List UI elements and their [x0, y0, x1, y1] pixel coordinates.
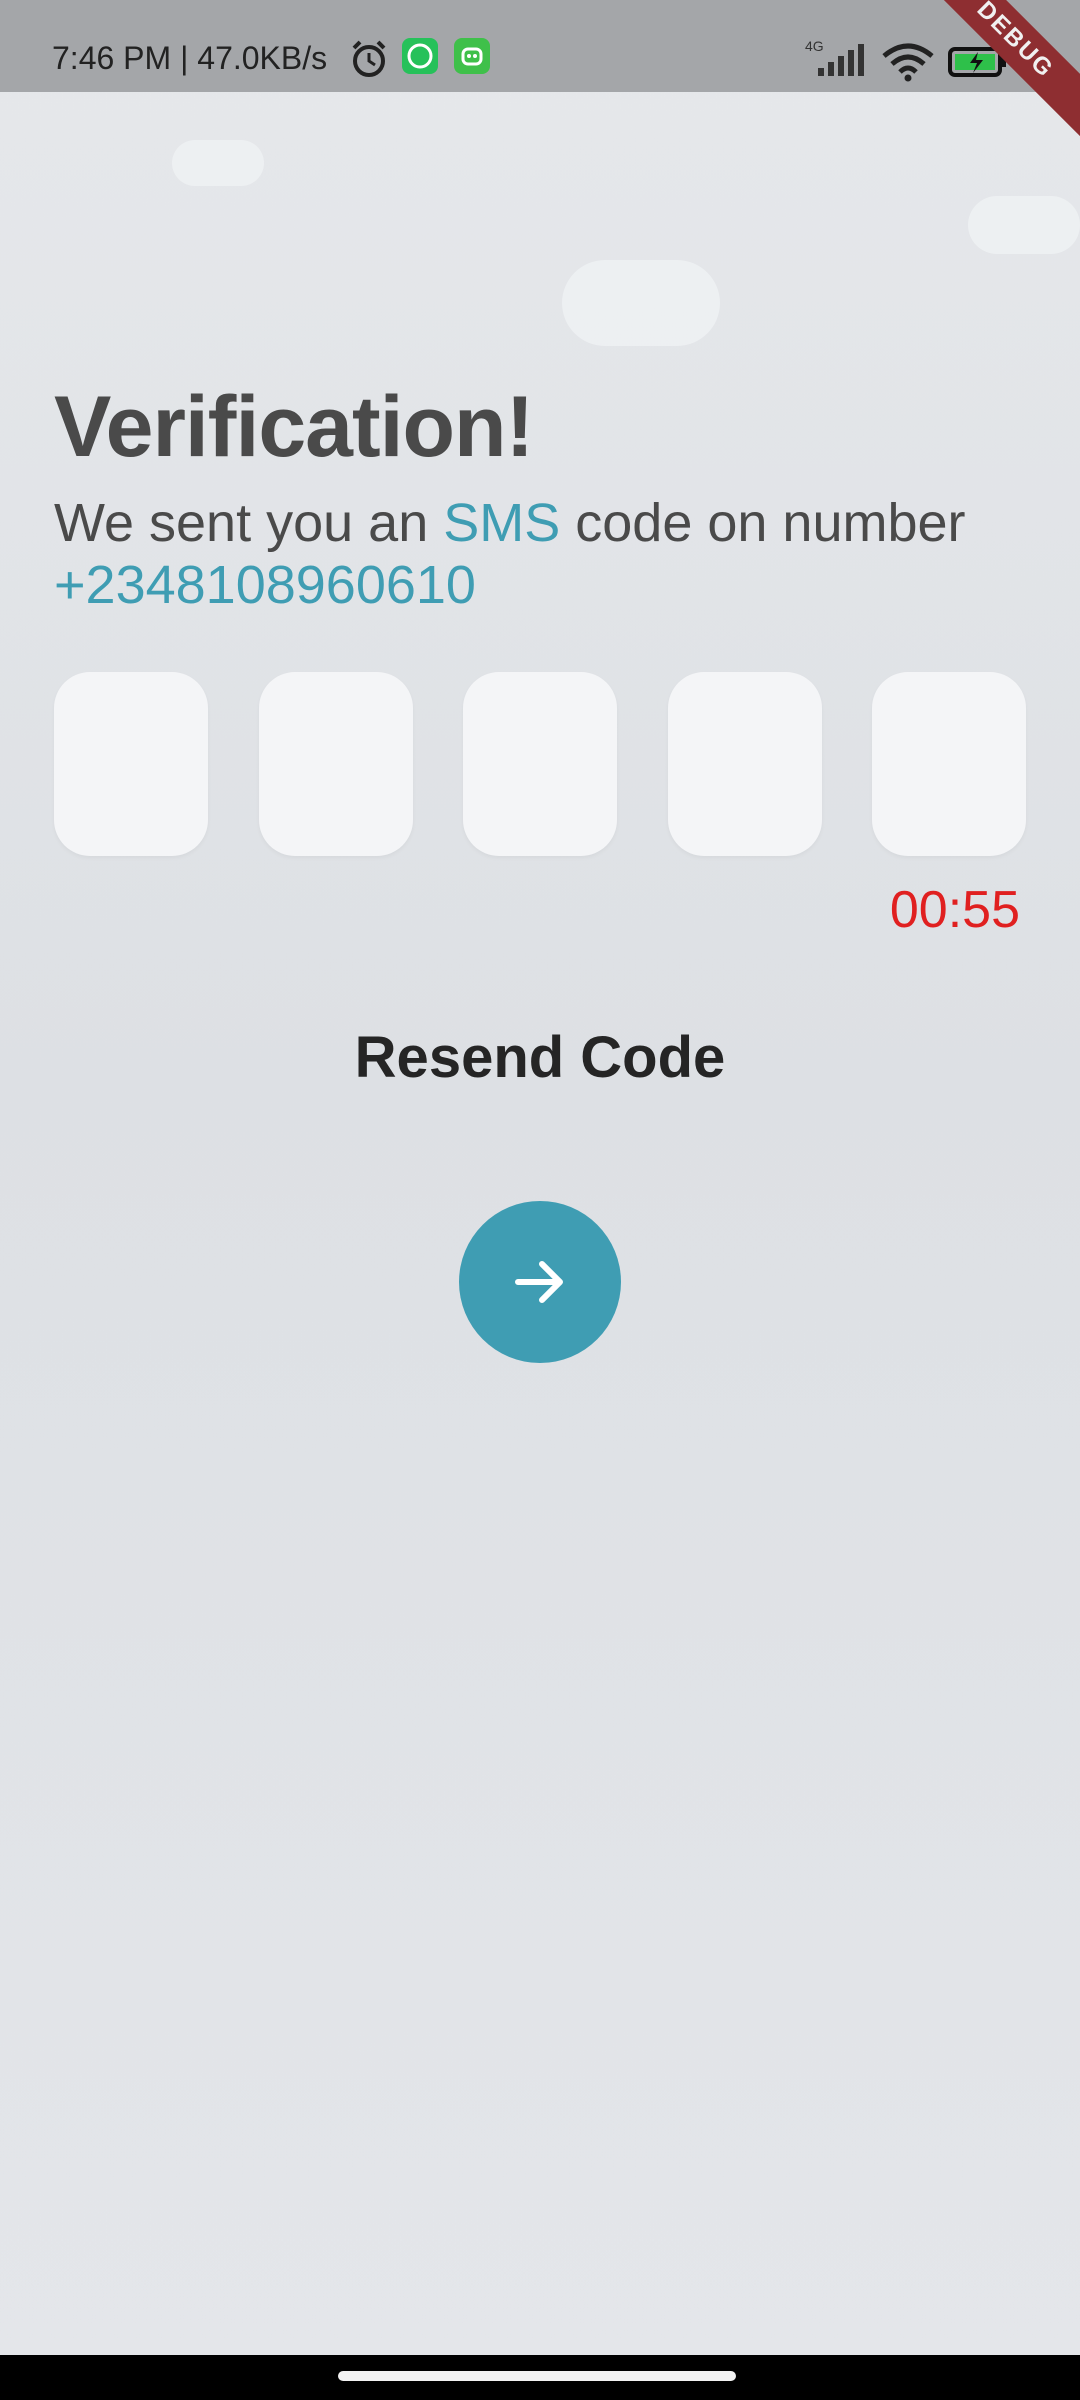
alarm-icon: [352, 40, 386, 77]
otp-digit-input-5[interactable]: [872, 672, 1026, 856]
subtitle-text-start: We sent you an: [54, 493, 444, 553]
otp-digit-input-3[interactable]: [463, 672, 617, 856]
otp-digit-input-4[interactable]: [667, 672, 822, 856]
verification-subtitle: We sent you an SMS code on number +23481…: [54, 492, 1054, 616]
home-indicator[interactable]: [338, 2371, 736, 2381]
status-time: 7:46 PM | 47.0KB/s: [52, 40, 328, 76]
wifi-icon: [882, 43, 934, 82]
app-robot-icon: [454, 38, 490, 74]
signal-icon: [818, 44, 864, 76]
otp-digit-input-2[interactable]: [258, 672, 413, 856]
status-bar: 7:46 PM | 47.0KB/s 4G: [0, 0, 1080, 92]
navigation-bar: [0, 2355, 1080, 2400]
arrow-right-icon: [515, 1261, 563, 1303]
countdown-timer: 00:55: [889, 881, 1020, 939]
decorative-cloud: [968, 196, 1080, 254]
page-title: Verification!: [54, 379, 534, 475]
decorative-cloud: [562, 260, 720, 346]
next-button[interactable]: [459, 1201, 621, 1363]
decorative-cloud: [172, 140, 264, 186]
otp-digit-input-1[interactable]: [54, 672, 208, 856]
otp-code-input-row: [54, 672, 1026, 856]
whatsapp-icon: [402, 38, 438, 74]
phone-number: +2348108960610: [54, 555, 476, 615]
resend-code-button[interactable]: Resend Code: [0, 1024, 1080, 1091]
subtitle-sms-highlight: SMS: [443, 493, 561, 553]
subtitle-text-end: code on number: [560, 493, 966, 553]
